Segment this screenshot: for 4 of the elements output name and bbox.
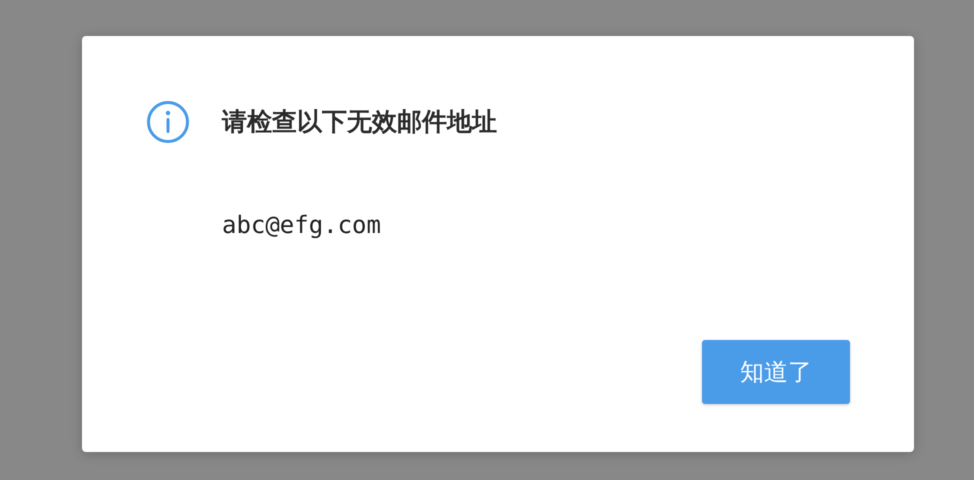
info-icon bbox=[146, 100, 190, 144]
dialog-title: 请检查以下无效邮件地址 bbox=[222, 106, 497, 138]
email-address: abc@efg.com bbox=[222, 210, 382, 240]
ok-button[interactable]: 知道了 bbox=[702, 340, 850, 404]
